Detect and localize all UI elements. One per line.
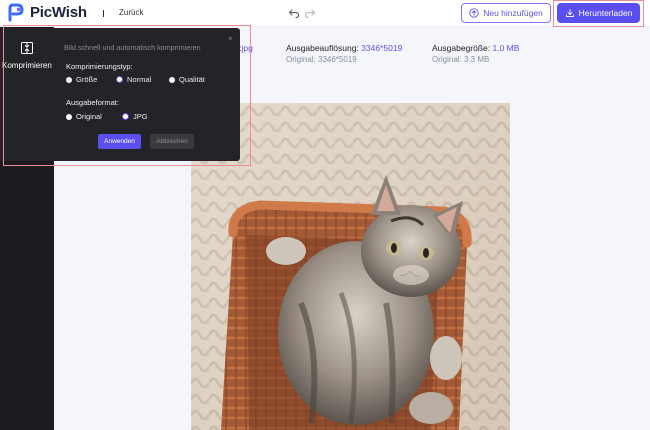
size-info: Ausgabegröße: 1.0 MB: [432, 43, 519, 53]
size-value: 1.0 MB: [492, 43, 520, 53]
undo-icon[interactable]: [288, 7, 300, 19]
radio-size[interactable]: [66, 77, 72, 83]
size-original: Original: 3.3 MB: [432, 55, 490, 64]
cancel-button[interactable]: Abbrechen: [150, 134, 194, 149]
compress-panel: Komprimieren Bild schnell und automatisc…: [0, 28, 240, 161]
panel-title: Bild schnell und automatisch komprimiere…: [64, 43, 201, 52]
format-value: jpg: [241, 43, 253, 53]
resolution-original: Original: 3346*5019: [286, 55, 357, 64]
download-label: Herunterladen: [578, 8, 633, 18]
brand-name: PicWish: [30, 4, 87, 21]
radio-jpg-label: JPG: [133, 112, 148, 121]
download-button[interactable]: Herunterladen: [557, 3, 640, 23]
resolution-info: Ausgabeauflösung: 3346*5019: [286, 43, 402, 53]
top-header: PicWish Zurück Neu hinzufügen Herunterla…: [0, 0, 650, 27]
resolution-value: 3346*5019: [361, 43, 403, 53]
radio-quality[interactable]: [169, 77, 175, 83]
download-icon: [565, 9, 574, 18]
apply-button[interactable]: Anwenden: [98, 134, 141, 149]
radio-normal[interactable]: [116, 76, 123, 83]
radio-original-label: Original: [76, 112, 102, 121]
resolution-label: Ausgabeauflösung:: [286, 43, 359, 53]
upload-icon: [469, 8, 479, 18]
picwish-logo-icon[interactable]: [6, 3, 26, 23]
radio-original[interactable]: [66, 114, 72, 120]
close-icon[interactable]: ×: [228, 34, 233, 43]
header-divider: [103, 10, 104, 17]
add-new-label: Neu hinzufügen: [483, 8, 543, 18]
radio-jpg[interactable]: [122, 113, 129, 120]
redo-icon[interactable]: [304, 7, 316, 19]
radio-quality-label: Qualität: [179, 75, 205, 84]
add-new-button[interactable]: Neu hinzufügen: [461, 3, 551, 23]
radio-size-label: Größe: [76, 75, 98, 84]
output-format-title: Ausgabeformat:: [66, 98, 119, 107]
back-link[interactable]: Zurück: [119, 8, 143, 17]
size-label: Ausgabegröße:: [432, 43, 491, 53]
compression-type-title: Komprimierungstyp:: [66, 62, 133, 71]
radio-normal-label: Normal: [127, 75, 152, 84]
compress-icon[interactable]: [20, 41, 34, 55]
compress-tool-label[interactable]: Komprimieren: [2, 61, 52, 70]
